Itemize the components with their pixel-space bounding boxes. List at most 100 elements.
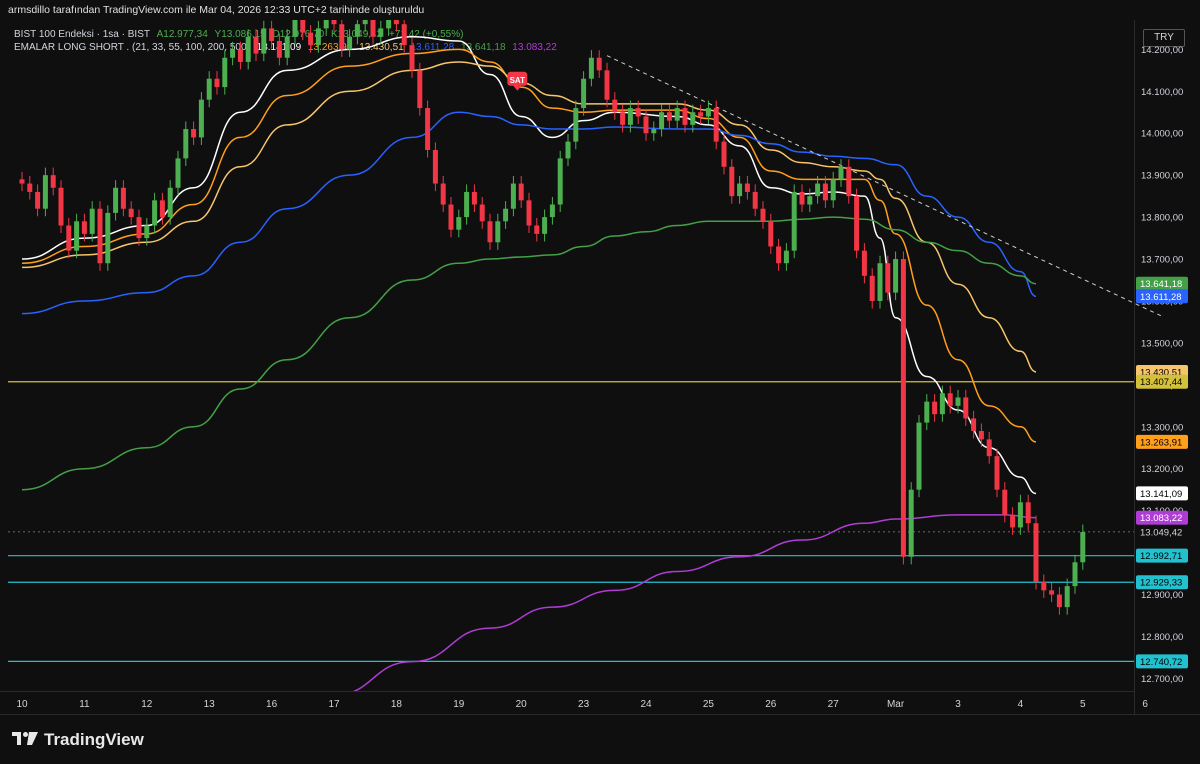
tradingview-logo[interactable]: TradingView	[12, 730, 144, 750]
candle-body	[994, 456, 1000, 490]
candle-body	[81, 221, 87, 234]
candle	[815, 176, 821, 204]
candle-body	[479, 204, 485, 222]
y-tick-label: 13.300,00	[1141, 422, 1183, 433]
candle	[838, 159, 844, 187]
candle-body	[791, 191, 797, 251]
candle-body	[308, 32, 314, 46]
candle-body	[261, 28, 267, 54]
x-tick-label: 6	[1142, 699, 1148, 710]
candle	[588, 50, 594, 87]
candle-body	[167, 187, 173, 218]
horizontal-lines-layer	[8, 381, 1134, 662]
candle	[456, 209, 462, 238]
candle	[245, 29, 251, 70]
candle	[19, 171, 25, 192]
candle-body	[1033, 523, 1039, 582]
candle-body	[682, 108, 688, 125]
candle	[315, 20, 321, 53]
candle-body	[846, 166, 852, 197]
candle-body	[27, 183, 33, 192]
candle-body	[542, 217, 548, 234]
candle	[198, 92, 204, 145]
candle-body	[612, 99, 618, 113]
candle	[900, 251, 906, 565]
price-tag-label: 13.083,22	[1140, 513, 1182, 524]
candle-body	[737, 183, 743, 197]
candle-body	[581, 78, 587, 109]
candle	[822, 176, 828, 208]
x-tick-label: 3	[955, 699, 961, 710]
candle	[261, 20, 267, 62]
candle-body	[799, 191, 805, 205]
y-tick-label: 14.200,00	[1141, 45, 1183, 56]
candle-body	[89, 208, 95, 234]
candle-body	[237, 49, 243, 62]
y-tick-label: 12.700,00	[1141, 674, 1183, 685]
price-tag-label: 13.611,28	[1140, 292, 1182, 303]
candle	[35, 184, 41, 217]
candle-body	[635, 108, 641, 117]
candle	[932, 394, 938, 422]
candle-body	[666, 112, 672, 121]
candle	[947, 385, 953, 414]
candle-body	[955, 397, 961, 406]
candle	[1049, 582, 1055, 603]
candle	[74, 213, 80, 259]
candle	[1056, 586, 1062, 615]
price-chart[interactable]: SAT 14.200,00 14.100,00 14.000,00 13.900,00…	[0, 0, 1200, 714]
candle	[861, 243, 867, 284]
candle-body	[557, 158, 563, 205]
candle	[1041, 574, 1047, 598]
candle-body	[74, 221, 80, 251]
y-tick-label: 13.800,00	[1141, 213, 1183, 224]
candle	[503, 201, 509, 229]
candle-body	[815, 183, 821, 197]
candle-body	[417, 70, 423, 109]
candle-body	[1041, 581, 1047, 591]
candle-body	[120, 187, 126, 209]
candle	[425, 100, 431, 158]
price-tag: 13.049,42	[1136, 524, 1188, 539]
candle	[27, 176, 33, 200]
candle-body	[659, 112, 665, 130]
candle-body	[986, 439, 992, 457]
candle	[1033, 515, 1039, 590]
candle	[105, 205, 111, 271]
candle-body	[651, 129, 657, 134]
candle	[791, 184, 797, 259]
candle-body	[932, 401, 938, 415]
candle-body	[838, 166, 844, 180]
candle	[144, 217, 150, 246]
time-axis: 10 11 12 13 16 17 18 19 20 23 24 25 26 27 Mar 3 4 5 6	[16, 699, 1148, 710]
candle-body	[963, 397, 969, 419]
candle	[409, 37, 415, 78]
candle-body	[760, 208, 766, 222]
candle	[807, 188, 813, 213]
candle	[191, 121, 197, 145]
y-tick-label: 13.900,00	[1141, 171, 1183, 182]
price-tag: 12.740,72	[1136, 654, 1188, 669]
candle-body	[822, 183, 828, 201]
candle-body	[768, 221, 774, 247]
candle-body	[323, 20, 329, 29]
x-tick-label: 24	[640, 699, 652, 710]
candle-body	[861, 250, 867, 276]
candle	[362, 20, 368, 32]
candle-body	[253, 36, 259, 54]
candle-body	[534, 225, 540, 234]
candle	[128, 201, 134, 225]
price-tag: 12.992,71	[1136, 548, 1188, 563]
candle	[604, 62, 610, 108]
candle	[292, 20, 298, 45]
candle	[752, 184, 758, 217]
candle-body	[487, 221, 493, 243]
candle	[963, 389, 969, 426]
candle	[401, 20, 407, 53]
candle	[81, 213, 87, 242]
candle	[776, 238, 782, 271]
candle-body	[1025, 502, 1031, 524]
candle-body	[1072, 562, 1078, 587]
x-tick-label: 27	[828, 699, 840, 710]
candle	[66, 217, 72, 259]
